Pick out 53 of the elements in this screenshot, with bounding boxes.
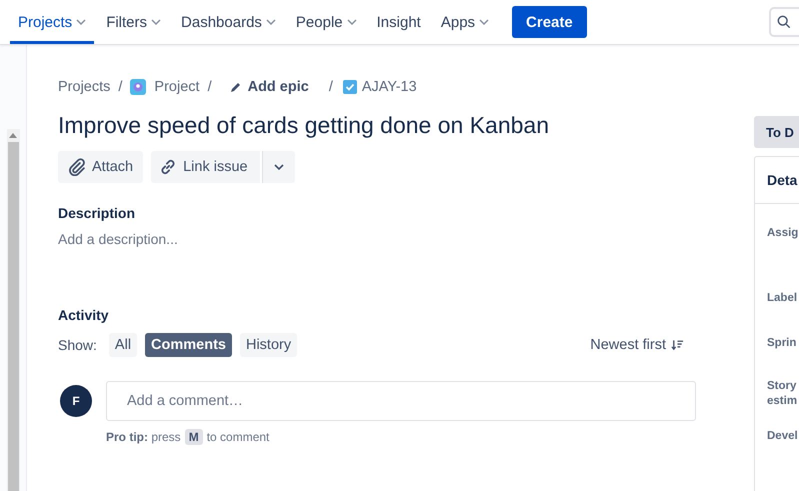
filter-tab[interactable]: All bbox=[108, 333, 138, 357]
breadcrumb-separator: / bbox=[118, 79, 122, 95]
breadcrumb-separator: / bbox=[328, 79, 333, 95]
show-label: Show: bbox=[58, 337, 97, 353]
section-heading: Description bbox=[58, 205, 136, 221]
checkbox-task-icon bbox=[342, 80, 357, 94]
section-heading: Activity bbox=[58, 307, 110, 323]
chevron-down-icon bbox=[346, 19, 357, 25]
chevron-down-icon bbox=[151, 19, 162, 25]
nav-menu-item[interactable]: Filters bbox=[98, 0, 170, 44]
field-label: Assig bbox=[767, 226, 799, 241]
sort-button[interactable]: Newest first bbox=[590, 337, 684, 353]
breadcrumb-separator: / bbox=[208, 79, 212, 95]
add-epic-button[interactable]: Add epic bbox=[230, 79, 309, 95]
chevron-down-icon bbox=[266, 19, 276, 25]
search-field[interactable] bbox=[769, 7, 799, 37]
nav-menu-item[interactable]: People bbox=[288, 0, 365, 44]
pro-tip-text: to comment bbox=[206, 430, 270, 444]
pro-tip-text: Pro tip: press bbox=[106, 430, 181, 444]
chevron-down-icon bbox=[76, 19, 86, 25]
filter-tab[interactable]: History bbox=[240, 333, 298, 357]
search-icon bbox=[777, 15, 791, 29]
field-label: Story estim bbox=[767, 379, 798, 409]
breadcrumb-link[interactable]: Projects bbox=[58, 79, 110, 95]
filter-tab[interactable]: Comments bbox=[145, 333, 232, 357]
description-field[interactable]: Add a description... bbox=[58, 231, 178, 247]
field-label: Label bbox=[767, 291, 798, 306]
issue-key-link[interactable]: AJAY-13 bbox=[362, 79, 417, 95]
attach-button[interactable]: Attach bbox=[58, 151, 144, 183]
nav-menu-item[interactable]: Apps bbox=[432, 0, 498, 44]
field-label: Sprin bbox=[767, 336, 798, 351]
paperclip-icon bbox=[68, 158, 86, 176]
chevron-down-icon bbox=[479, 19, 490, 25]
status-button[interactable]: To D bbox=[754, 116, 799, 148]
user-avatar: F bbox=[60, 385, 92, 417]
field-label: Devel bbox=[767, 429, 799, 444]
keyboard-key: M bbox=[184, 429, 203, 445]
project-avatar-icon bbox=[130, 79, 146, 95]
create-button[interactable]: Create bbox=[512, 6, 587, 38]
pencil-icon bbox=[230, 81, 242, 93]
link-icon bbox=[159, 158, 178, 176]
sort-icon bbox=[671, 339, 684, 351]
issue-title: Improve speed of cards getting done on Kanban bbox=[58, 111, 550, 140]
chevron-down-icon bbox=[274, 164, 284, 170]
link-issue-button[interactable]: Link issue bbox=[151, 151, 260, 183]
details-heading: Deta bbox=[755, 157, 799, 204]
more-options-button[interactable] bbox=[262, 151, 295, 183]
nav-menu-item[interactable]: Dashboards bbox=[173, 0, 284, 44]
breadcrumb-link[interactable]: Project bbox=[154, 79, 200, 95]
scrollbar[interactable] bbox=[6, 129, 20, 491]
nav-menu-item[interactable]: Insight bbox=[368, 0, 429, 44]
scroll-up-icon bbox=[9, 133, 17, 138]
comment-field[interactable]: Add a comment… bbox=[106, 381, 696, 421]
